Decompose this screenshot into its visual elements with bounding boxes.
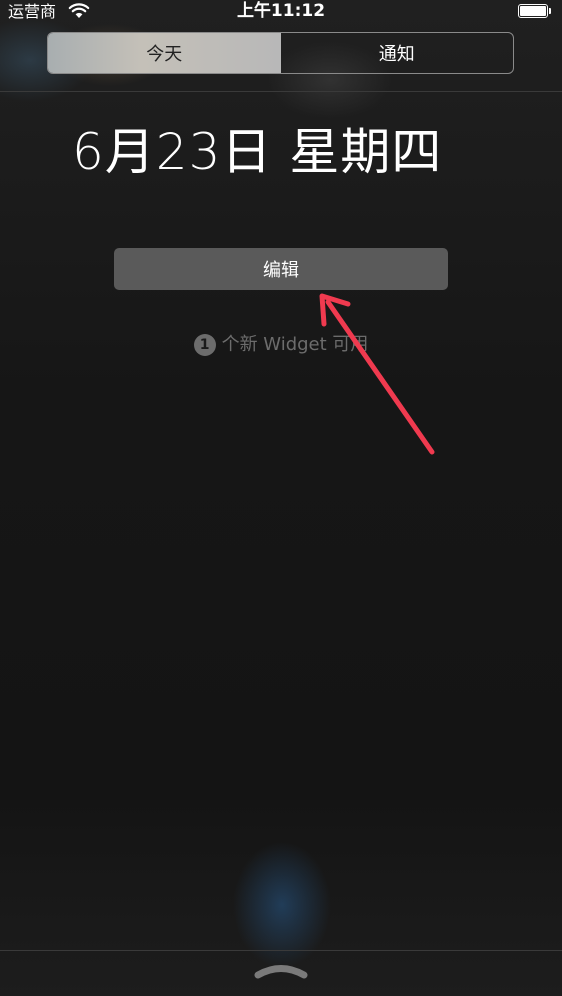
tab-today[interactable]: 今天 bbox=[48, 33, 281, 73]
view-segmented-control: 今天 通知 bbox=[47, 32, 514, 74]
new-widget-notice[interactable]: 1 个新 Widget 可用 bbox=[0, 333, 562, 357]
tab-notifications[interactable]: 通知 bbox=[281, 33, 514, 73]
bottom-divider bbox=[0, 950, 562, 951]
header-divider bbox=[0, 91, 562, 92]
battery-icon bbox=[518, 4, 552, 18]
date-header: 6月23日 星期四 bbox=[72, 123, 443, 181]
new-widget-count-badge: 1 bbox=[193, 334, 216, 356]
chevron-up-icon[interactable] bbox=[252, 958, 310, 982]
status-time: 上午11:12 bbox=[236, 1, 326, 21]
status-bar: 运营商 上午11:12 bbox=[0, 0, 562, 24]
annotation-arrow bbox=[319, 293, 435, 455]
notification-center-screen: 运营商 上午11:12 今天 通知 6月23日 星期四 编辑 1 个新 Widge… bbox=[0, 0, 562, 996]
